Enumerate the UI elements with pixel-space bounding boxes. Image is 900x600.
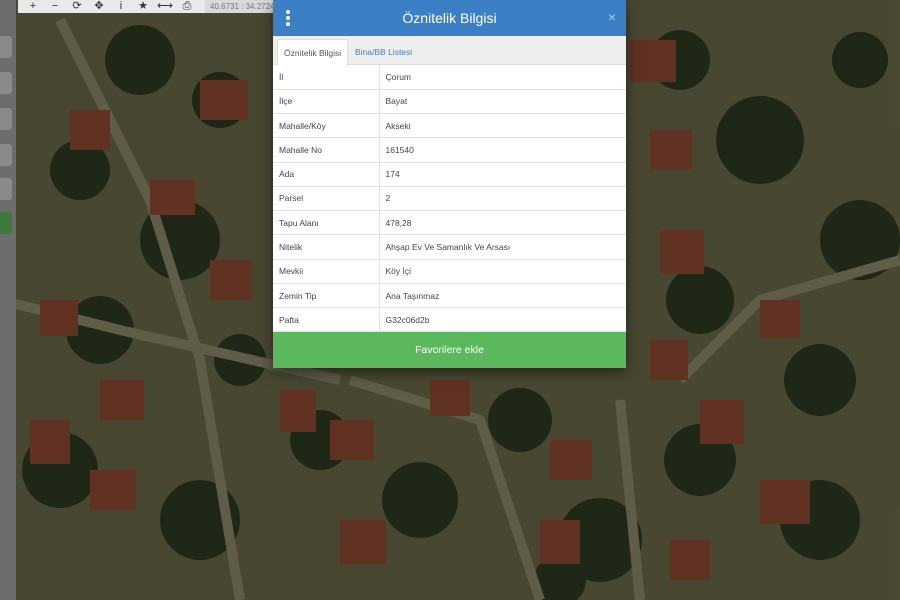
row-key: Parsel <box>273 186 380 212</box>
table-row: Ada 174 <box>273 162 626 187</box>
row-key: Mevkii <box>273 259 380 284</box>
row-value: Köy İçi <box>379 259 626 284</box>
modal-header: Öznitelik Bilgisi × <box>273 0 626 36</box>
row-value: 478,28 <box>379 210 626 236</box>
close-icon[interactable]: × <box>608 9 616 25</box>
left-panel-strip <box>0 0 16 600</box>
refresh-icon[interactable]: ⟳ <box>66 0 88 13</box>
side-toggle-2[interactable] <box>0 72 12 94</box>
row-key: Mahalle No <box>273 137 380 163</box>
table-row: Mahalle/Köy Akseki <box>273 113 626 139</box>
row-key: Ada <box>273 162 380 187</box>
table-row: Nitelik Ahşap Ev Ve Samanlık Ve Arsası <box>273 234 626 260</box>
row-key: Zemin Tip <box>273 283 380 309</box>
attribute-info-modal: Öznitelik Bilgisi × Öznitelik Bilgisi Bi… <box>273 0 626 369</box>
row-value: 2 <box>379 186 626 212</box>
more-vertical-icon[interactable] <box>283 10 293 26</box>
row-value: Ahşap Ev Ve Samanlık Ve Arsası <box>379 234 626 260</box>
modal-title: Öznitelik Bilgisi <box>402 10 497 26</box>
info-icon[interactable]: i <box>110 0 132 13</box>
table-row: Zemin Tip Ana Taşınmaz <box>273 283 626 309</box>
coordinate-readout: 40.6731 : 34.2724 <box>205 0 280 13</box>
row-key: İl <box>273 65 380 90</box>
table-row: İl Çorum <box>273 65 626 90</box>
side-toggle-4[interactable] <box>0 144 12 166</box>
row-key: İlçe <box>273 89 380 115</box>
side-toggle-3[interactable] <box>0 108 12 130</box>
locate-icon[interactable]: ✥ <box>88 0 110 13</box>
tab-attribute-info[interactable]: Öznitelik Bilgisi <box>277 39 349 66</box>
table-row: Mevkii Köy İçi <box>273 259 626 284</box>
table-row: Pafta G32c06d2b <box>273 307 626 333</box>
table-row: İlçe Bayat <box>273 89 626 115</box>
row-key: Tapu Alanı <box>273 210 380 236</box>
add-to-favorites-button[interactable]: Favorilere ekle <box>273 332 626 369</box>
side-toggle-green[interactable] <box>0 212 12 234</box>
row-value: 161540 <box>379 137 626 163</box>
zoom-in-icon[interactable]: + <box>22 0 44 13</box>
row-value: Çorum <box>379 65 626 90</box>
measure-icon[interactable]: ⟷ <box>154 0 176 13</box>
side-toggle-1[interactable] <box>0 36 12 58</box>
table-row: Tapu Alanı 478,28 <box>273 210 626 236</box>
table-row: Parsel 2 <box>273 186 626 212</box>
row-value: 174 <box>379 162 626 187</box>
row-key: Mahalle/Köy <box>273 113 380 139</box>
table-row: Mahalle No 161540 <box>273 137 626 163</box>
side-toggle-5[interactable] <box>0 178 12 200</box>
star-icon[interactable]: ★ <box>132 0 154 13</box>
row-value: Bayat <box>379 89 626 115</box>
row-key: Pafta <box>273 307 380 333</box>
print-icon[interactable]: ⎙ <box>176 0 198 13</box>
row-key: Nitelik <box>273 234 380 260</box>
zoom-out-icon[interactable]: − <box>44 0 66 13</box>
row-value: Akseki <box>379 113 626 139</box>
attribute-table: İl Çorum İlçe Bayat Mahalle/Köy Akseki Maha… <box>273 65 626 333</box>
row-value: Ana Taşınmaz <box>379 283 626 309</box>
tab-building-list[interactable]: Bina/BB Listesi <box>349 39 418 66</box>
modal-tabs: Öznitelik Bilgisi Bina/BB Listesi <box>273 36 626 66</box>
row-value: G32c06d2b <box>379 307 626 333</box>
